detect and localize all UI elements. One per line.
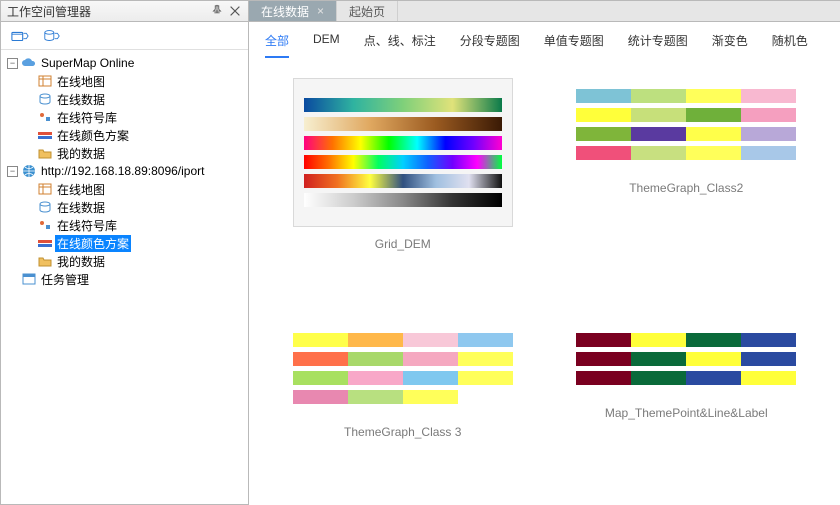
symbol-icon <box>37 218 53 232</box>
map-icon <box>37 74 53 88</box>
tab-online-data[interactable]: 在线数据 × <box>249 1 337 21</box>
folder-icon <box>37 146 53 160</box>
tree-node-mydata[interactable]: 我的数据 <box>3 144 248 162</box>
filter-range-theme[interactable]: 分段专题图 <box>460 32 520 58</box>
database-icon <box>37 200 53 214</box>
tree-node-maps[interactable]: 在线地图 <box>3 180 248 198</box>
tab-start-page[interactable]: 起始页 <box>337 1 398 21</box>
filter-graph-theme[interactable]: 统计专题图 <box>628 32 688 58</box>
tree-node-data[interactable]: 在线数据 <box>3 198 248 216</box>
sidebar-toolbar <box>1 22 248 50</box>
palette-card-map-pointlinelabel[interactable]: Map_ThemePoint&Line&Label <box>559 322 815 486</box>
tree-node-supermap-online[interactable]: − SuperMap Online <box>3 54 248 72</box>
symbol-icon <box>37 110 53 124</box>
tree-node-maps[interactable]: 在线地图 <box>3 72 248 90</box>
palette-card-grid-dem[interactable]: Grid_DEM <box>275 78 531 298</box>
tree-node-data[interactable]: 在线数据 <box>3 90 248 108</box>
filter-point-line-label[interactable]: 点、线、标注 <box>364 32 436 58</box>
tree-node-symbols[interactable]: 在线符号库 <box>3 108 248 126</box>
palette-icon <box>37 128 53 142</box>
filter-dem[interactable]: DEM <box>313 32 340 58</box>
palette-card-theme2[interactable]: ThemeGraph_Class2 <box>559 78 815 298</box>
tree-node-mydata[interactable]: 我的数据 <box>3 252 248 270</box>
task-icon <box>21 272 37 286</box>
palette-card-theme3[interactable]: ThemeGraph_Class 3 <box>275 322 531 486</box>
folder-link-icon[interactable] <box>11 28 29 44</box>
filter-gradient[interactable]: 渐变色 <box>712 32 748 58</box>
workspace-tree[interactable]: − SuperMap Online 在线地图 在线数据 在线符号库 在线颜色方案… <box>1 50 248 504</box>
close-icon[interactable] <box>228 4 242 18</box>
document-tabs: 在线数据 × 起始页 <box>249 0 840 22</box>
filter-unique-theme[interactable]: 单值专题图 <box>544 32 604 58</box>
close-icon[interactable]: × <box>317 4 324 18</box>
map-icon <box>37 182 53 196</box>
database-link-icon[interactable] <box>43 28 61 44</box>
filter-all[interactable]: 全部 <box>265 32 289 58</box>
collapse-icon[interactable]: − <box>7 58 18 69</box>
tree-node-colors[interactable]: 在线颜色方案 <box>3 126 248 144</box>
globe-icon <box>21 164 37 178</box>
filter-random[interactable]: 随机色 <box>772 32 808 58</box>
folder-icon <box>37 254 53 268</box>
cloud-icon <box>21 56 37 70</box>
content-area: 全部 DEM 点、线、标注 分段专题图 单值专题图 统计专题图 渐变色 随机色 … <box>249 22 840 505</box>
panel-title-text: 工作空间管理器 <box>7 3 91 20</box>
palette-icon <box>37 236 53 250</box>
workspace-panel-title: 工作空间管理器 <box>0 0 249 22</box>
workspace-sidebar: − SuperMap Online 在线地图 在线数据 在线符号库 在线颜色方案… <box>0 22 249 505</box>
database-icon <box>37 92 53 106</box>
filter-row: 全部 DEM 点、线、标注 分段专题图 单值专题图 统计专题图 渐变色 随机色 <box>249 22 840 58</box>
collapse-icon[interactable]: − <box>7 166 18 177</box>
palette-gallery: Grid_DEM ThemeGraph_Class2 ThemeGraph_Cl… <box>249 58 840 505</box>
tree-node-tasks[interactable]: 任务管理 <box>3 270 248 288</box>
pin-icon[interactable] <box>210 4 224 18</box>
tree-node-colors-selected[interactable]: 在线颜色方案 <box>3 234 248 252</box>
tree-node-symbols[interactable]: 在线符号库 <box>3 216 248 234</box>
tree-node-iportal[interactable]: − http://192.168.18.89:8096/iport <box>3 162 248 180</box>
